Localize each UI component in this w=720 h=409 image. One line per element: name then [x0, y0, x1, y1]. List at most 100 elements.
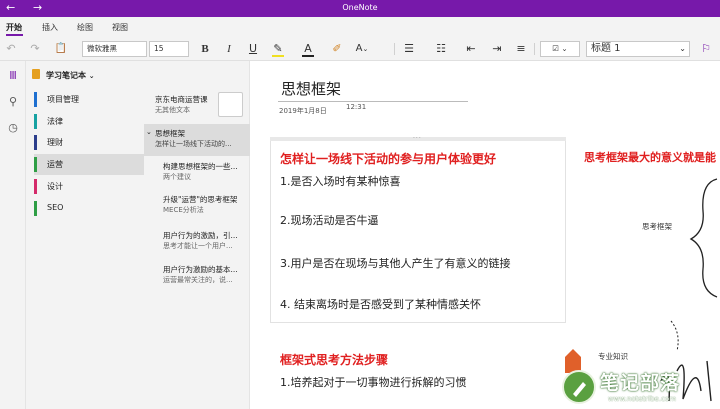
- knowledge-label: 专业知识: [598, 352, 628, 361]
- numbered-list-icon[interactable]: ☷: [434, 41, 448, 57]
- font-name-box[interactable]: 微软雅黑: [82, 41, 147, 57]
- page-title-label: 升级"运营"的思考框架: [163, 195, 238, 204]
- subpage-item[interactable]: 构建思想框架的一些... 两个建议: [144, 156, 250, 188]
- section-label: 法律: [47, 117, 63, 126]
- dotted-stroke: [670, 320, 679, 352]
- pen-logo-icon: [562, 370, 596, 404]
- notebooks-icon[interactable]: Ⅲ: [6, 69, 20, 83]
- section-item[interactable]: SEO: [34, 198, 144, 219]
- clipboard-icon[interactable]: 📋: [54, 41, 68, 57]
- ribbon-toolbar: ↶ ↷ 📋 微软雅黑 15 B I U ✎ A ✐ A⌄ ☰ ☷ ⇤ ⇥ ≡ ☑…: [0, 37, 720, 61]
- page-time: 12:31: [346, 103, 367, 111]
- page-date: 2019年1月8日: [279, 107, 327, 115]
- section-item[interactable]: 设计: [34, 176, 144, 197]
- bullet-list-icon[interactable]: ☰: [402, 41, 416, 57]
- pen-glyph: [573, 382, 586, 397]
- bold-button[interactable]: B: [198, 41, 212, 57]
- notebook-icon: [32, 69, 40, 79]
- recent-clock-icon[interactable]: ◷: [6, 121, 20, 135]
- page-title-label: 思想框架: [155, 129, 185, 138]
- page-preview-label: 无其他文本: [155, 106, 190, 114]
- align-icon[interactable]: ≡: [514, 41, 528, 57]
- section-color-tab: [34, 114, 37, 129]
- outdent-icon[interactable]: ⇤: [464, 41, 478, 57]
- style-value: 标题 1: [591, 43, 621, 54]
- notebook-selector[interactable]: 学习笔记本 ⌄: [32, 69, 95, 81]
- underline-button[interactable]: U: [246, 41, 260, 57]
- search-icon[interactable]: ⚲: [6, 95, 20, 109]
- tab-view[interactable]: 视图: [112, 22, 128, 33]
- subpage-item[interactable]: 升级"运营"的思考框架 MECE分析法: [144, 189, 250, 221]
- section-item[interactable]: 项目管理: [34, 89, 144, 110]
- section-label: 运营: [47, 160, 63, 169]
- drag-dots-icon: ···: [413, 135, 422, 142]
- section-color-tab: [34, 179, 37, 194]
- page-title-label: 构建思想框架的一些...: [163, 162, 238, 171]
- page-item[interactable]: 京东电商运营课 无其他文本: [144, 89, 250, 124]
- section-color-tab: [34, 201, 37, 216]
- clear-format-icon[interactable]: ✐: [330, 41, 344, 57]
- title-underline: [278, 101, 468, 102]
- watermark-url: www.notetribe.com: [608, 395, 677, 403]
- page-preview-label: 思考才能让一个用户...: [163, 242, 233, 250]
- page-item-selected[interactable]: ⌄ 思想框架 怎样让一场线下活动的...: [144, 124, 250, 156]
- page-canvas[interactable]: 思想框架 2019年1月8日 12:31 ··· 怎样让一场线下活动的参与用户体…: [251, 61, 720, 409]
- note-list-item: 2.现场活动是否牛逼: [280, 214, 379, 227]
- subpage-item[interactable]: 用户行为激励的基本... 运营最常关注的，说...: [144, 259, 250, 291]
- window-title: OneNote: [342, 3, 378, 12]
- section-label: 理财: [47, 138, 63, 147]
- pen-shape: [573, 382, 586, 397]
- tag-checkbox-dropdown[interactable]: ☑ ⌄: [540, 41, 580, 57]
- step-item: 1.培养起对于一切事物进行拆解的习惯: [280, 376, 467, 389]
- tab-home[interactable]: 开始: [6, 22, 22, 33]
- page-preview-label: 运营最常关注的，说...: [163, 276, 233, 284]
- toolbar-divider: [394, 43, 395, 55]
- section-item-selected[interactable]: 运营: [34, 154, 144, 175]
- tab-draw[interactable]: 绘图: [77, 22, 93, 33]
- watermark-text: 笔记部落: [600, 372, 681, 394]
- style-dropdown[interactable]: 标题 1 ⌄: [586, 41, 690, 57]
- note-list-item: 3.用户是否在现场与其他人产生了有意义的链接: [280, 257, 511, 270]
- italic-button[interactable]: I: [222, 41, 236, 57]
- undo-icon[interactable]: ↶: [4, 41, 18, 57]
- highlight-icon[interactable]: ✎: [270, 41, 286, 57]
- page-thumbnail: [218, 92, 243, 117]
- note-list-item: 4. 结束离场时是否感受到了某种情感关怀: [280, 298, 481, 311]
- font-size-box[interactable]: 15: [149, 41, 189, 57]
- chevron-down-icon[interactable]: ⌄: [146, 128, 152, 136]
- page-title-label: 用户行为激励的基本...: [163, 265, 238, 274]
- sections-pane: 学习笔记本 ⌄ 项目管理 法律 理财 运营 设计 SEO: [26, 61, 144, 409]
- page-preview-label: 怎样让一场线下活动的...: [155, 140, 232, 148]
- ribbon-tabs: 开始 插入 绘图 视图: [0, 17, 720, 37]
- chevron-down-icon: ⌄: [88, 72, 95, 80]
- brace-stroke: [689, 178, 718, 298]
- section-color-tab: [34, 135, 37, 150]
- text-style-icon[interactable]: A⌄: [354, 41, 370, 57]
- pages-pane: 京东电商运营课 无其他文本 ⌄ 思想框架 怎样让一场线下活动的... 构建思想框…: [144, 61, 250, 409]
- toolbar-divider: [534, 43, 535, 55]
- section-item[interactable]: 法律: [34, 111, 144, 132]
- section-heading: 框架式思考方法步骤: [280, 353, 389, 367]
- notebook-name: 学习笔记本: [46, 71, 86, 80]
- page-title[interactable]: 思想框架: [281, 78, 341, 99]
- framework-label: 思考框架: [642, 222, 672, 231]
- font-color-icon[interactable]: A: [300, 41, 316, 57]
- watermark-logo: 笔记部落 www.notetribe.com: [556, 362, 720, 409]
- page-title-label: 用户行为的激励，引...: [163, 231, 238, 240]
- section-color-tab: [34, 157, 37, 172]
- section-color-tab: [34, 92, 37, 107]
- subpage-item[interactable]: 用户行为的激励，引... 思考才能让一个用户...: [144, 225, 250, 257]
- section-label: 项目管理: [47, 95, 79, 104]
- page-preview-label: 两个建议: [163, 173, 191, 181]
- chevron-down-icon: ⌄: [679, 44, 686, 53]
- tab-insert[interactable]: 插入: [42, 22, 58, 33]
- note-list-item: 1.是否入场时有某种惊喜: [280, 175, 401, 188]
- indent-icon[interactable]: ⇥: [490, 41, 504, 57]
- page-preview-label: MECE分析法: [163, 206, 204, 214]
- nav-rail: Ⅲ ⚲ ◷: [0, 61, 26, 409]
- section-item[interactable]: 理财: [34, 132, 144, 153]
- section-label: 设计: [47, 182, 63, 191]
- note-heading: 怎样让一场线下活动的参与用户体验更好: [280, 152, 497, 166]
- tag-icon[interactable]: ⚐: [698, 41, 714, 57]
- redo-icon[interactable]: ↷: [28, 41, 42, 57]
